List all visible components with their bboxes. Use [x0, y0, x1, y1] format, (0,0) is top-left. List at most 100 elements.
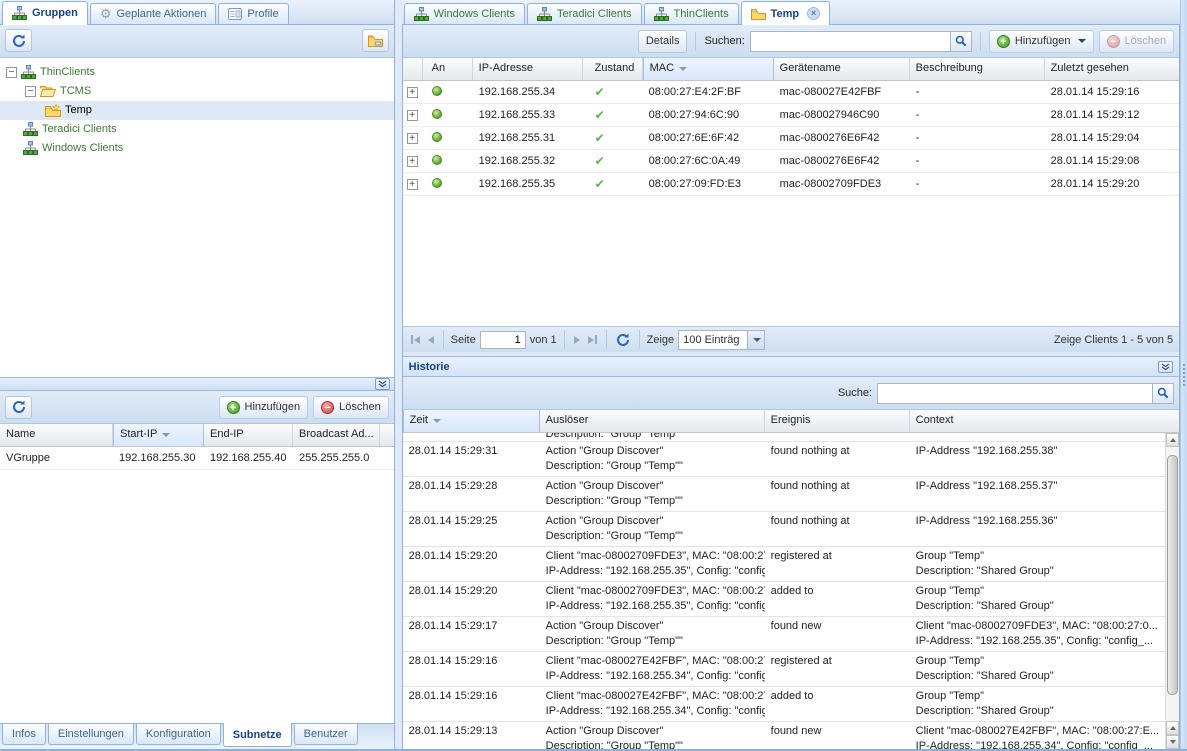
- south-panel-splitter[interactable]: [0, 377, 394, 391]
- column-header-zuletzt-gesehen[interactable]: Zuletzt gesehen: [1045, 58, 1179, 80]
- column-header-ip[interactable]: IP-Adresse: [473, 58, 583, 80]
- column-header-ausloeser[interactable]: Auslöser: [540, 410, 765, 432]
- details-button[interactable]: Details: [638, 30, 688, 53]
- collapse-icon[interactable]: [375, 378, 390, 390]
- page-prev-button[interactable]: [426, 334, 436, 346]
- column-header-an[interactable]: An: [423, 58, 473, 80]
- row-expand-icon[interactable]: +: [407, 110, 418, 121]
- client-row[interactable]: + 192.168.255.31 ✔ 08:00:27:6E:6F:42 mac…: [403, 127, 1179, 150]
- column-header-end-ip[interactable]: End-IP: [204, 424, 293, 446]
- tab-infos[interactable]: Infos: [2, 724, 46, 745]
- button-label: Details: [646, 35, 680, 47]
- history-row[interactable]: 28.01.14 15:29:20 Client "mac-08002709FD…: [403, 547, 1165, 582]
- tree-node-tcms[interactable]: − TCMS: [0, 82, 394, 101]
- column-header-beschreibung[interactable]: Beschreibung: [910, 58, 1045, 80]
- folder-options-button[interactable]: [362, 29, 389, 52]
- add-subnet-button[interactable]: + Hinzufügen: [219, 396, 309, 419]
- page-size-combo[interactable]: 100 Einträg: [678, 330, 765, 350]
- refresh-button[interactable]: [5, 396, 32, 419]
- history-search-input[interactable]: [877, 383, 1152, 404]
- scroll-up-button[interactable]: [1166, 433, 1179, 447]
- cell-context: Group "Temp"Description: "Shared Group": [910, 652, 1165, 686]
- search-input[interactable]: [750, 31, 950, 52]
- scrollbar-thumb[interactable]: [1167, 455, 1178, 695]
- tab-konfiguration[interactable]: Konfiguration: [136, 724, 221, 745]
- tab-thinclients[interactable]: ThinClients: [644, 3, 739, 24]
- tree-node-temp[interactable]: Temp: [0, 101, 394, 120]
- client-row[interactable]: + 192.168.255.33 ✔ 08:00:27:94:6C:90 mac…: [403, 104, 1179, 127]
- client-row[interactable]: + 192.168.255.34 ✔ 08:00:27:E4:2F:BF mac…: [403, 81, 1179, 104]
- tab-temp[interactable]: Temp ×: [741, 1, 831, 25]
- region-splitter[interactable]: [395, 0, 402, 749]
- history-row[interactable]: 28.01.14 15:29:25 Action "Group Discover…: [403, 512, 1165, 547]
- history-row[interactable]: 28.01.14 15:29:20 Client "mac-08002709FD…: [403, 582, 1165, 617]
- history-scrollbar[interactable]: [1165, 433, 1179, 749]
- subnet-row[interactable]: VGruppe 192.168.255.30 192.168.255.40 25…: [0, 447, 394, 470]
- refresh-icon: [12, 400, 26, 414]
- history-row[interactable]: 28.01.14 15:29:17 Action "Group Discover…: [403, 617, 1165, 652]
- column-header-zustand[interactable]: Zustand: [583, 58, 643, 80]
- column-header-geraetename[interactable]: Gerätename: [774, 58, 910, 80]
- column-header-name[interactable]: Name: [0, 424, 113, 446]
- column-header-broadcast[interactable]: Broadcast Ad...: [293, 424, 380, 446]
- column-header-start-ip[interactable]: Start-IP: [113, 424, 204, 446]
- tab-einstellungen[interactable]: Einstellungen: [48, 724, 134, 745]
- minus-expander-icon[interactable]: −: [25, 86, 36, 97]
- tree-node-windows-clients[interactable]: Windows Clients: [0, 139, 394, 158]
- history-row[interactable]: 28.01.14 15:29:28 Action "Group Discover…: [403, 477, 1165, 512]
- refresh-button[interactable]: [5, 29, 32, 52]
- column-header-mac[interactable]: MAC: [643, 58, 774, 80]
- cell-last-seen: 28.01.14 15:29:12: [1045, 109, 1179, 121]
- column-header-zeit[interactable]: Zeit: [403, 410, 540, 432]
- cell-event: found nothing at: [765, 512, 910, 546]
- history-row[interactable]: 28.01.14 15:29:31 Action "Group Discover…: [403, 442, 1165, 477]
- add-client-button[interactable]: + Hinzufügen: [989, 30, 1094, 53]
- column-header-context[interactable]: Context: [910, 410, 1179, 432]
- tab-geplante-aktionen[interactable]: ⚙ Geplante Aktionen: [90, 3, 217, 24]
- scroll-up-button[interactable]: [1166, 721, 1179, 735]
- cell-ip: 192.168.255.32: [473, 155, 583, 167]
- cell-device: mac-08002709FDE3: [774, 178, 910, 190]
- cell-description: -: [910, 86, 1045, 98]
- east-collapse-strip[interactable]: [1180, 0, 1187, 749]
- history-row[interactable]: 28.01.14 15:29:13 Action "Group Discover…: [403, 722, 1165, 749]
- combo-trigger[interactable]: [747, 331, 764, 349]
- tab-profile[interactable]: Profile: [218, 3, 288, 24]
- page-first-button[interactable]: [409, 333, 422, 346]
- tab-teradici-clients[interactable]: Teradici Clients: [527, 3, 642, 24]
- history-row[interactable]: 28.01.14 15:29:16 Client "mac-080027E42F…: [403, 687, 1165, 722]
- tab-benutzer[interactable]: Benutzer: [294, 724, 358, 745]
- client-row[interactable]: + 192.168.255.32 ✔ 08:00:27:6C:0A:49 mac…: [403, 150, 1179, 173]
- search-button[interactable]: [950, 31, 972, 52]
- page-next-button[interactable]: [572, 334, 582, 346]
- column-header-filler: [380, 424, 394, 446]
- dropdown-arrow-icon[interactable]: [1078, 39, 1086, 43]
- tree-node-teradici-clients[interactable]: Teradici Clients: [0, 120, 394, 139]
- tab-subnetze[interactable]: Subnetze: [223, 723, 292, 747]
- history-row-clipped[interactable]: Description: "Group "Temp"": [403, 433, 1165, 442]
- close-icon[interactable]: ×: [807, 7, 820, 20]
- page-number-input[interactable]: [480, 331, 526, 349]
- tab-gruppen[interactable]: Gruppen: [2, 1, 88, 25]
- refresh-button[interactable]: [614, 331, 632, 349]
- client-row[interactable]: + 192.168.255.35 ✔ 08:00:27:09:FD:E3 mac…: [403, 173, 1179, 196]
- minus-expander-icon[interactable]: −: [6, 67, 17, 78]
- history-search-button[interactable]: [1152, 383, 1174, 404]
- column-header-ereignis[interactable]: Ereignis: [765, 410, 910, 432]
- cell-time: 28.01.14 15:29:20: [403, 547, 540, 581]
- tab-label: Geplante Aktionen: [117, 8, 207, 20]
- delete-client-button[interactable]: − Löschen: [1099, 30, 1175, 53]
- row-expand-icon[interactable]: +: [407, 87, 418, 98]
- history-row[interactable]: 28.01.14 15:29:16 Client "mac-080027E42F…: [403, 652, 1165, 687]
- row-expand-icon[interactable]: +: [407, 133, 418, 144]
- tab-windows-clients[interactable]: Windows Clients: [404, 3, 525, 24]
- tree-node-thinclients[interactable]: − ThinClients: [0, 63, 394, 82]
- subnets-panel: + Hinzufügen − Löschen Name Start-IP End…: [0, 391, 394, 723]
- delete-subnet-button[interactable]: − Löschen: [313, 396, 389, 419]
- row-expand-icon[interactable]: +: [407, 179, 418, 190]
- row-expand-icon[interactable]: +: [407, 156, 418, 167]
- page-last-button[interactable]: [586, 333, 599, 346]
- groups-panel: − ThinClients − TCMS Temp Teradici Clien…: [0, 25, 394, 378]
- scroll-down-button[interactable]: [1166, 735, 1179, 749]
- collapse-icon[interactable]: [1158, 361, 1173, 373]
